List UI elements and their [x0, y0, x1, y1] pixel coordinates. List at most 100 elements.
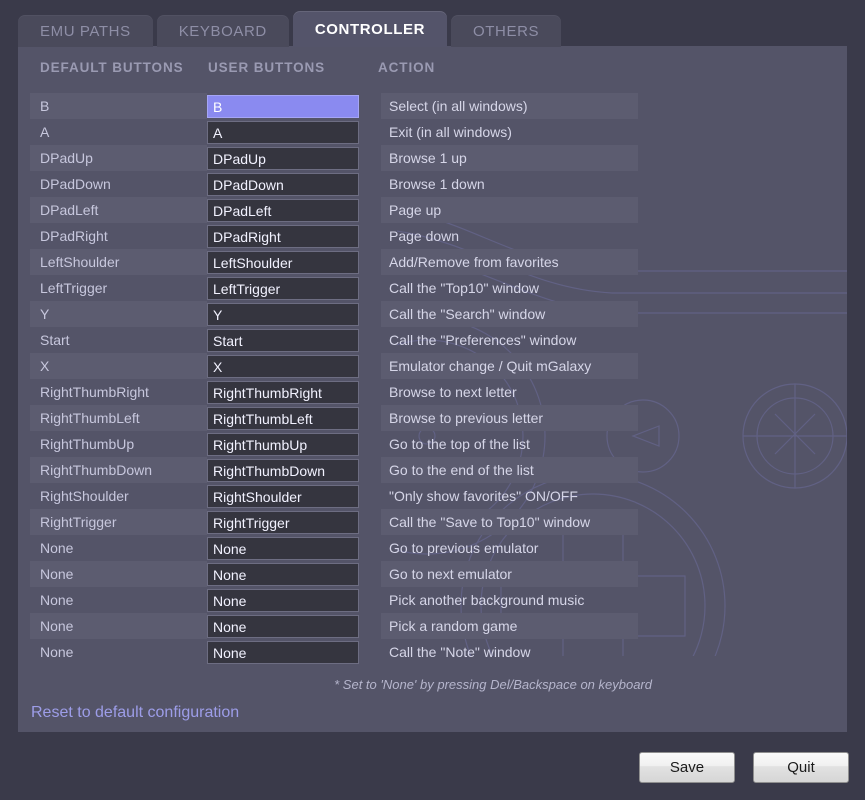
user-button-cell: None [207, 587, 365, 613]
user-button-input[interactable]: None [207, 641, 359, 664]
tab-controller[interactable]: CONTROLLER [293, 11, 447, 47]
controller-settings-window: EMU PATHSKEYBOARDCONTROLLEROTHERS DEFAUL… [0, 0, 865, 800]
table-row: NoneNone Go to previous emulator [18, 535, 847, 561]
action-cell: Browse to next letter [381, 379, 638, 405]
save-button[interactable]: Save [639, 752, 735, 783]
user-button-input[interactable]: None [207, 537, 359, 560]
controller-panel: DEFAULT BUTTONS USER BUTTONS ACTION BBSe… [18, 46, 847, 732]
user-button-input[interactable]: None [207, 589, 359, 612]
table-row: RightShoulderRightShoulder"Only show fav… [18, 483, 847, 509]
user-button-input[interactable]: RightThumbUp [207, 433, 359, 456]
user-button-cell: B [207, 93, 365, 119]
user-button-input[interactable]: DPadDown [207, 173, 359, 196]
user-button-cell: RightThumbRight [207, 379, 365, 405]
user-button-input[interactable]: None [207, 563, 359, 586]
action-cell: "Only show favorites" ON/OFF [381, 483, 638, 509]
table-row: AAExit (in all windows) [18, 119, 847, 145]
reset-to-default-link[interactable]: Reset to default configuration [31, 704, 239, 722]
user-button-cell: None [207, 639, 365, 665]
table-row: YYCall the "Search" window [18, 301, 847, 327]
tab-emu-paths[interactable]: EMU PATHS [18, 15, 153, 47]
default-button-cell: None [30, 587, 207, 613]
default-button-cell: Start [30, 327, 207, 353]
user-button-input[interactable]: RightThumbLeft [207, 407, 359, 430]
action-cell: Browse to previous letter [381, 405, 638, 431]
user-button-cell: RightThumbDown [207, 457, 365, 483]
user-button-input[interactable]: DPadUp [207, 147, 359, 170]
user-button-input[interactable]: RightThumbDown [207, 459, 359, 482]
user-button-cell: LeftTrigger [207, 275, 365, 301]
action-cell: Select (in all windows) [381, 93, 638, 119]
action-cell: Browse 1 down [381, 171, 638, 197]
default-button-cell: None [30, 535, 207, 561]
action-cell: Page down [381, 223, 638, 249]
none-hint-text: * Set to 'None' by pressing Del/Backspac… [18, 677, 652, 692]
table-row: NoneNone Pick another background music [18, 587, 847, 613]
user-button-cell: Y [207, 301, 365, 327]
default-button-cell: RightTrigger [30, 509, 207, 535]
default-button-cell: DPadRight [30, 223, 207, 249]
table-row: XXEmulator change / Quit mGalaxy [18, 353, 847, 379]
tab-others[interactable]: OTHERS [451, 15, 561, 47]
action-cell: Call the "Search" window [381, 301, 638, 327]
action-cell: Go to the end of the list [381, 457, 638, 483]
action-cell: Call the "Save to Top10" window [381, 509, 638, 535]
user-button-cell: None [207, 613, 365, 639]
default-button-cell: DPadLeft [30, 197, 207, 223]
user-button-cell: A [207, 119, 365, 145]
user-button-input[interactable]: Y [207, 303, 359, 326]
user-button-input[interactable]: B [207, 95, 359, 118]
table-row: LeftTriggerLeftTrigger Call the "Top10" w… [18, 275, 847, 301]
user-button-input[interactable]: LeftShoulder [207, 251, 359, 274]
user-button-cell: DPadRight [207, 223, 365, 249]
table-row: BBSelect (in all windows) [18, 93, 847, 119]
user-button-cell: LeftShoulder [207, 249, 365, 275]
user-button-cell: DPadLeft [207, 197, 365, 223]
user-button-input[interactable]: DPadRight [207, 225, 359, 248]
action-cell: Call the "Top10" window [381, 275, 638, 301]
default-button-cell: None [30, 639, 207, 665]
table-row: DPadDownDPadDown Browse 1 down [18, 171, 847, 197]
user-button-input[interactable]: Start [207, 329, 359, 352]
user-button-input[interactable]: DPadLeft [207, 199, 359, 222]
default-button-cell: DPadDown [30, 171, 207, 197]
user-button-input[interactable]: RightTrigger [207, 511, 359, 534]
action-cell: Exit (in all windows) [381, 119, 638, 145]
user-button-input[interactable]: LeftTrigger [207, 277, 359, 300]
table-row: NoneNone Call the "Note" window [18, 639, 847, 665]
table-row: RightThumbDownRightThumbDownGo to the en… [18, 457, 847, 483]
user-button-cell: RightThumbUp [207, 431, 365, 457]
action-cell: Go to previous emulator [381, 535, 638, 561]
table-row: RightThumbRightRightThumbRight Browse to … [18, 379, 847, 405]
table-row: DPadUpDPadUpBrowse 1 up [18, 145, 847, 171]
action-cell: Browse 1 up [381, 145, 638, 171]
quit-button[interactable]: Quit [753, 752, 849, 783]
default-button-cell: None [30, 613, 207, 639]
user-button-input[interactable]: RightThumbRight [207, 381, 359, 404]
user-button-input[interactable]: X [207, 355, 359, 378]
action-cell: Pick a random game [381, 613, 638, 639]
default-button-cell: LeftTrigger [30, 275, 207, 301]
user-button-cell: RightTrigger [207, 509, 365, 535]
table-row: RightThumbLeftRightThumbLeftBrowse to pr… [18, 405, 847, 431]
default-button-cell: RightThumbRight [30, 379, 207, 405]
tab-keyboard[interactable]: KEYBOARD [157, 15, 289, 47]
column-header-default-buttons: DEFAULT BUTTONS [40, 60, 184, 75]
table-row: DPadLeftDPadLeftPage up [18, 197, 847, 223]
table-row: StartStart Call the "Preferences" window [18, 327, 847, 353]
user-button-input[interactable]: None [207, 615, 359, 638]
table-row: NoneNone Pick a random game [18, 613, 847, 639]
action-cell: Go to the top of the list [381, 431, 638, 457]
user-button-cell: X [207, 353, 365, 379]
footer-bar: Save Quit [0, 732, 865, 800]
action-cell: Pick another background music [381, 587, 638, 613]
user-button-cell: None [207, 561, 365, 587]
default-button-cell: RightThumbUp [30, 431, 207, 457]
column-header-user-buttons: USER BUTTONS [208, 60, 325, 75]
user-button-cell: DPadUp [207, 145, 365, 171]
user-button-input[interactable]: RightShoulder [207, 485, 359, 508]
user-button-input[interactable]: A [207, 121, 359, 144]
action-cell: Call the "Note" window [381, 639, 638, 665]
action-cell: Call the "Preferences" window [381, 327, 638, 353]
table-row: RightTriggerRightTrigger Call the "Save t… [18, 509, 847, 535]
